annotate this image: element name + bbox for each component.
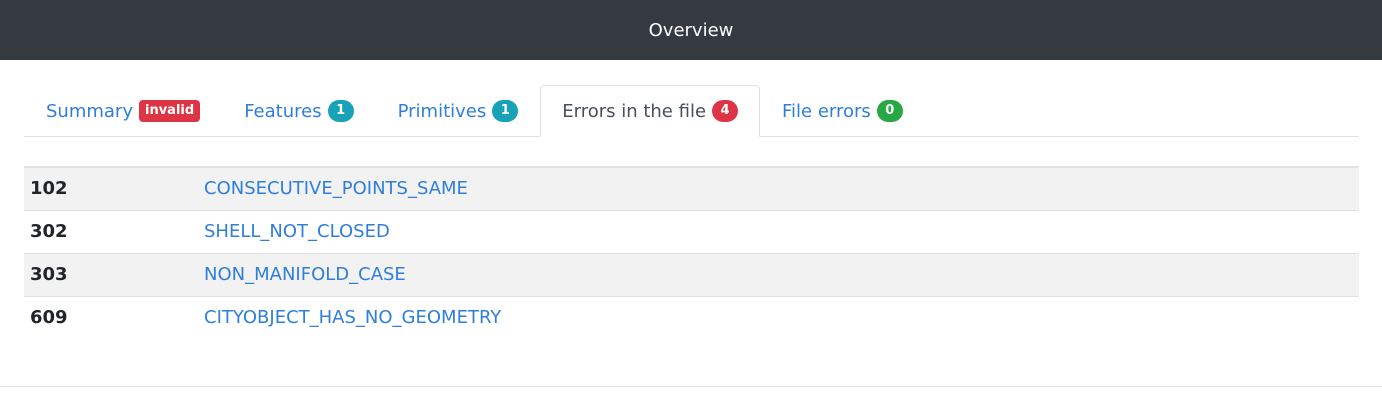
error-link[interactable]: CITYOBJECT_HAS_NO_GEOMETRY: [204, 307, 501, 328]
tab-primitives[interactable]: Primitives 1: [376, 85, 541, 137]
tab-label: Features: [244, 100, 322, 122]
errors-table: 102 CONSECUTIVE_POINTS_SAME 302 SHELL_NO…: [24, 166, 1359, 339]
count-badge: 0: [876, 100, 903, 122]
error-link[interactable]: NON_MANIFOLD_CASE: [204, 264, 406, 285]
status-badge: invalid: [139, 100, 201, 122]
count-badge: 4: [712, 100, 739, 122]
tab-label: Primitives: [397, 100, 487, 122]
tab-label: Errors in the file: [562, 100, 707, 122]
overview-content: Summary invalid Features 1 Primitives 1 …: [0, 60, 1382, 387]
error-link[interactable]: CONSECUTIVE_POINTS_SAME: [204, 178, 468, 199]
error-code: 303: [24, 252, 198, 296]
overview-header: Overview: [0, 0, 1382, 60]
tab-errors-in-file[interactable]: Errors in the file 4: [540, 85, 761, 137]
error-code: 302: [24, 209, 198, 253]
tab-summary[interactable]: Summary invalid: [24, 85, 222, 137]
count-badge: 1: [327, 100, 354, 122]
table-row: 609 CITYOBJECT_HAS_NO_GEOMETRY: [24, 295, 1359, 339]
error-link[interactable]: SHELL_NOT_CLOSED: [204, 221, 390, 242]
table-row: 303 NON_MANIFOLD_CASE: [24, 252, 1359, 296]
tab-label: File errors: [782, 100, 871, 122]
table-row: 302 SHELL_NOT_CLOSED: [24, 209, 1359, 253]
count-badge: 1: [492, 100, 519, 122]
page-title: Overview: [648, 19, 734, 41]
tab-bar: Summary invalid Features 1 Primitives 1 …: [24, 85, 1359, 137]
tab-features[interactable]: Features 1: [222, 85, 375, 137]
tab-label: Summary: [46, 100, 133, 122]
tab-file-errors[interactable]: File errors 0: [760, 85, 925, 137]
table-row: 102 CONSECUTIVE_POINTS_SAME: [24, 167, 1359, 210]
error-code: 102: [24, 167, 198, 210]
error-code: 609: [24, 295, 198, 339]
